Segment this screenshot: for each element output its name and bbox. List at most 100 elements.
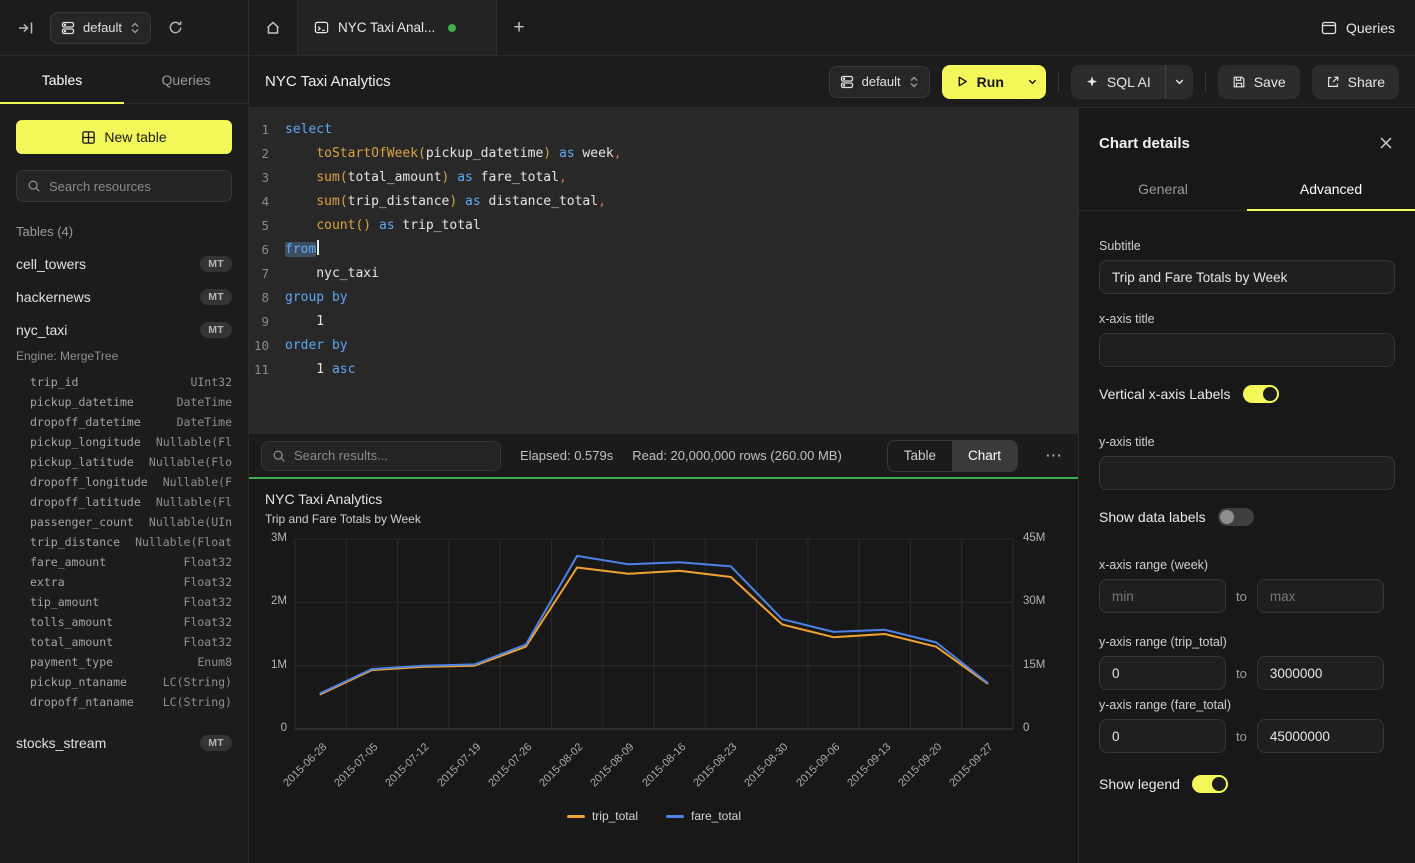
more-options-button[interactable]: ⋯ bbox=[1041, 446, 1066, 466]
database-selector[interactable]: default bbox=[50, 12, 151, 44]
column-type: LC(String) bbox=[163, 695, 232, 709]
y-range-trip-max-input[interactable] bbox=[1257, 656, 1384, 690]
save-button[interactable]: Save bbox=[1218, 65, 1300, 99]
collapse-sidebar-button[interactable] bbox=[12, 14, 40, 42]
chart-view-button[interactable]: Chart bbox=[952, 441, 1017, 471]
chevron-down-icon bbox=[1027, 76, 1038, 87]
column-name: tolls_amount bbox=[30, 615, 113, 629]
panel-tabs: General Advanced bbox=[1079, 168, 1415, 211]
sql-ai-options-button[interactable] bbox=[1165, 65, 1193, 99]
sql-ai-button[interactable]: SQL AI bbox=[1071, 65, 1165, 99]
collapse-sidebar-icon bbox=[18, 20, 34, 36]
panel-title: Chart details bbox=[1099, 135, 1190, 152]
show-legend-label: Show legend bbox=[1099, 776, 1180, 792]
legend-swatch bbox=[666, 815, 684, 818]
line-number: 4 bbox=[249, 190, 285, 214]
sidebar-tab-queries[interactable]: Queries bbox=[124, 56, 248, 103]
queries-button-label: Queries bbox=[1346, 20, 1395, 36]
axis-tick: 3M bbox=[249, 532, 287, 544]
sql-line: 8group by bbox=[249, 286, 1078, 310]
x-range-min-input[interactable] bbox=[1099, 579, 1226, 613]
x-axis-title-input[interactable] bbox=[1099, 333, 1395, 367]
column-row: dropoff_ntanameLC(String) bbox=[0, 692, 248, 712]
subtitle-input[interactable] bbox=[1099, 260, 1395, 294]
column-name: trip_distance bbox=[30, 535, 120, 549]
close-panel-button[interactable] bbox=[1377, 134, 1395, 152]
elapsed-time: Elapsed: 0.579s bbox=[520, 448, 613, 463]
chart-section: NYC Taxi Analytics Trip and Fare Totals … bbox=[249, 477, 1078, 863]
query-header: NYC Taxi Analytics default Run bbox=[249, 56, 1415, 108]
save-icon bbox=[1232, 75, 1246, 89]
column-type: LC(String) bbox=[163, 675, 232, 689]
x-range-max-input[interactable] bbox=[1257, 579, 1384, 613]
sql-editor[interactable]: 1select2 toStartOfWeek(pickup_datetime) … bbox=[249, 108, 1078, 433]
y-range-fare-max-input[interactable] bbox=[1257, 719, 1384, 753]
sparkle-icon bbox=[1085, 75, 1099, 89]
sidebar-tab-tables[interactable]: Tables bbox=[0, 56, 124, 103]
axis-tick: 2M bbox=[249, 595, 287, 607]
run-button[interactable]: Run bbox=[942, 65, 1018, 99]
column-name: extra bbox=[30, 575, 65, 589]
panel-tab-general[interactable]: General bbox=[1079, 168, 1247, 210]
column-row: trip_distanceNullable(Float bbox=[0, 532, 248, 552]
legend-item[interactable]: trip_total bbox=[567, 809, 638, 823]
to-label: to bbox=[1236, 666, 1247, 681]
panel-tab-advanced[interactable]: Advanced bbox=[1247, 168, 1415, 210]
subtitle-label: Subtitle bbox=[1099, 239, 1395, 253]
resource-search-input[interactable] bbox=[49, 179, 221, 194]
new-tab-button[interactable]: + bbox=[497, 0, 541, 55]
y-range-trip-min-input[interactable] bbox=[1099, 656, 1226, 690]
table-row-hackernews[interactable]: hackernews MT bbox=[0, 280, 248, 313]
share-button[interactable]: Share bbox=[1312, 65, 1399, 99]
vertical-x-labels-toggle[interactable] bbox=[1243, 385, 1279, 403]
query-title: NYC Taxi Analytics bbox=[265, 73, 391, 90]
header-divider bbox=[1058, 71, 1059, 93]
resource-search bbox=[16, 170, 232, 202]
to-label: to bbox=[1236, 589, 1247, 604]
results-search-input[interactable] bbox=[294, 448, 490, 463]
column-type: Nullable(Fl bbox=[156, 495, 232, 509]
column-name: pickup_datetime bbox=[30, 395, 134, 409]
column-type: Nullable(F bbox=[163, 475, 232, 489]
refresh-button[interactable] bbox=[161, 14, 189, 42]
home-button[interactable] bbox=[249, 0, 297, 55]
line-number: 9 bbox=[249, 310, 285, 334]
query-database-selector[interactable]: default bbox=[829, 66, 930, 98]
column-row: pickup_datetimeDateTime bbox=[0, 392, 248, 412]
search-icon bbox=[27, 179, 41, 193]
run-button-group: Run bbox=[942, 65, 1046, 99]
run-button-label: Run bbox=[977, 74, 1004, 90]
column-name: trip_id bbox=[30, 375, 78, 389]
close-icon bbox=[1379, 136, 1393, 150]
chevron-updown-icon bbox=[909, 75, 919, 89]
axis-tick: 0 bbox=[249, 722, 287, 734]
tab-title: NYC Taxi Anal... bbox=[338, 20, 435, 35]
tab-nyc-taxi-analytics[interactable]: NYC Taxi Anal... bbox=[297, 0, 497, 55]
column-row: extraFloat32 bbox=[0, 572, 248, 592]
column-name: dropoff_datetime bbox=[30, 415, 141, 429]
y-axis-title-input[interactable] bbox=[1099, 456, 1395, 490]
column-row: pickup_longitudeNullable(Fl bbox=[0, 432, 248, 452]
new-table-button[interactable]: New table bbox=[16, 120, 232, 154]
table-row-stocks-stream[interactable]: stocks_stream MT bbox=[0, 726, 248, 759]
text-caret bbox=[317, 240, 319, 255]
y-range-fare-min-input[interactable] bbox=[1099, 719, 1226, 753]
sql-line: 4 sum(trip_distance) as distance_total, bbox=[249, 190, 1078, 214]
column-type: DateTime bbox=[177, 415, 232, 429]
line-chart bbox=[295, 539, 1013, 729]
table-row-nyc-taxi[interactable]: nyc_taxi MT bbox=[0, 313, 248, 346]
sql-line: 3 sum(total_amount) as fare_total, bbox=[249, 166, 1078, 190]
legend-item[interactable]: fare_total bbox=[666, 809, 741, 823]
show-legend-toggle[interactable] bbox=[1192, 775, 1228, 793]
column-row: total_amountFloat32 bbox=[0, 632, 248, 652]
tab-strip: NYC Taxi Anal... + bbox=[249, 0, 1301, 55]
table-view-button[interactable]: Table bbox=[888, 441, 952, 471]
unsaved-status-dot bbox=[448, 24, 456, 32]
table-row-cell-towers[interactable]: cell_towers MT bbox=[0, 247, 248, 280]
run-options-button[interactable] bbox=[1018, 65, 1046, 99]
sidebar-tabs: Tables Queries bbox=[0, 56, 248, 104]
show-data-labels-toggle[interactable] bbox=[1218, 508, 1254, 526]
queries-button[interactable]: Queries bbox=[1321, 20, 1395, 36]
line-number: 2 bbox=[249, 142, 285, 166]
sql-line: 1select bbox=[249, 118, 1078, 142]
